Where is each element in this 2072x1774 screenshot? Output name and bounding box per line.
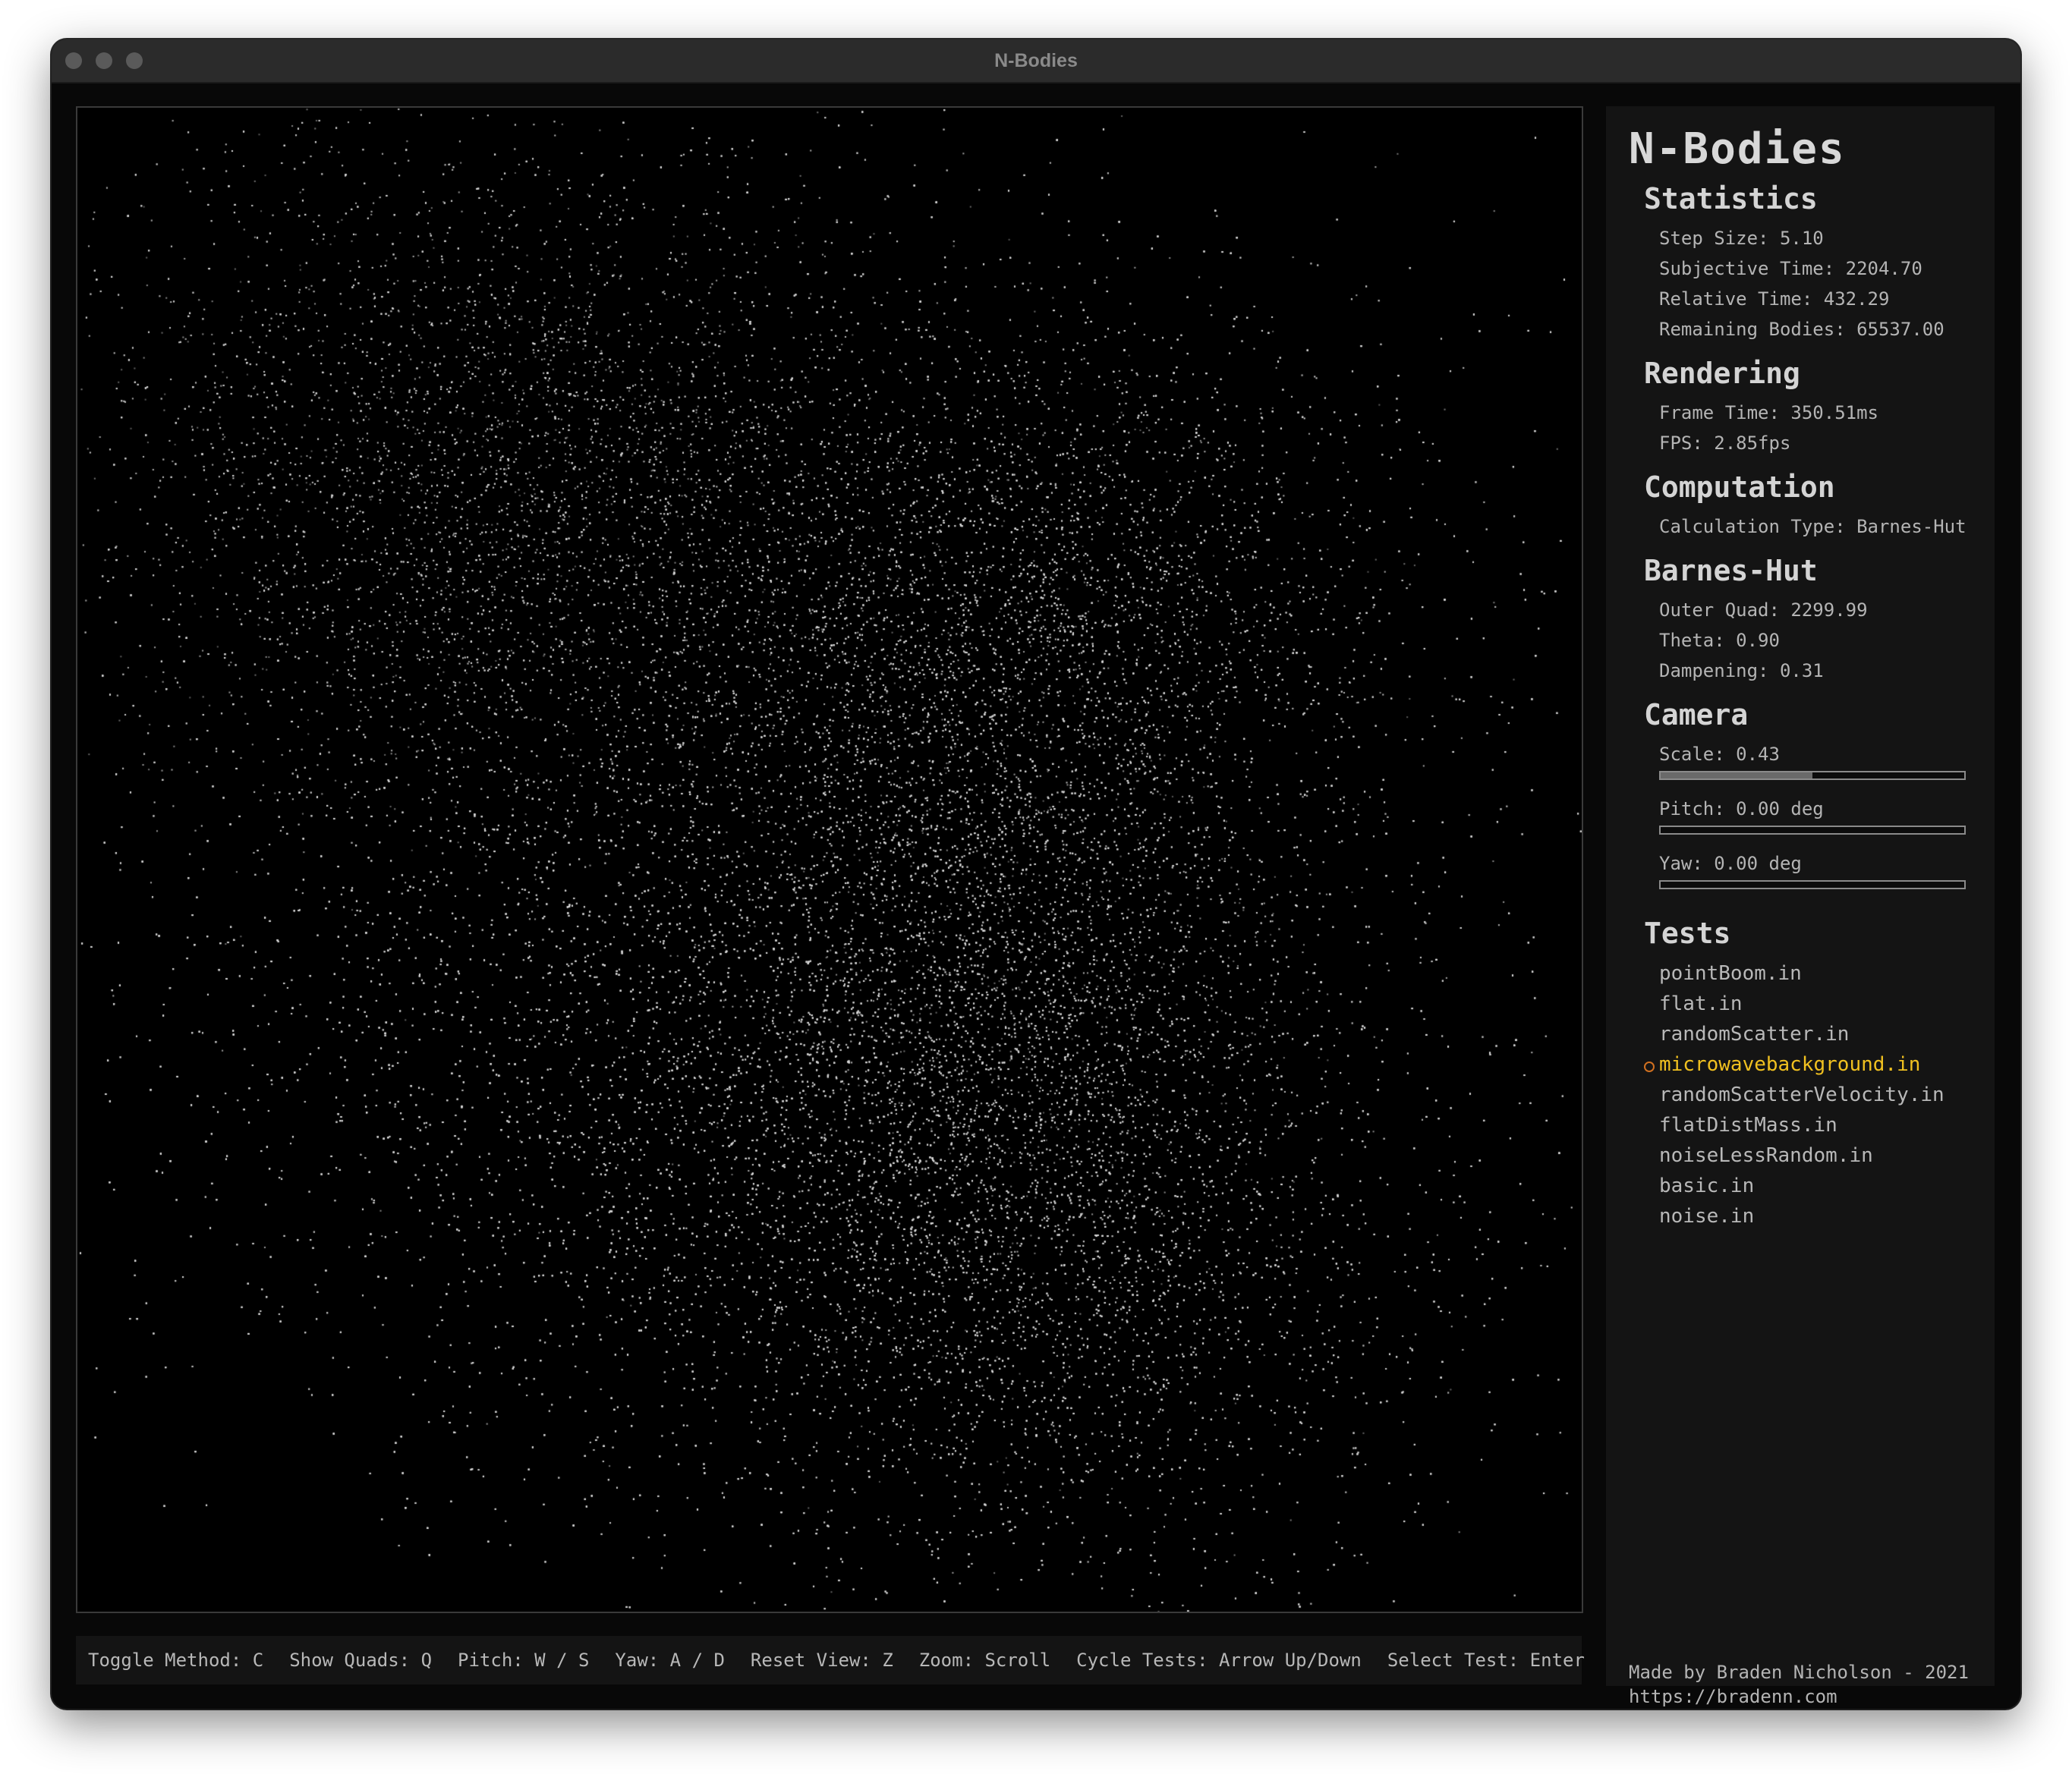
credits-url[interactable]: https://bradenn.com — [1629, 1686, 1837, 1707]
barnes-hut-heading: Barnes-Hut — [1644, 554, 1818, 587]
selected-indicator-icon — [1644, 1062, 1655, 1072]
theta-stat: Theta: 0.90 — [1659, 630, 1780, 651]
pitch-slider[interactable] — [1659, 826, 1966, 835]
hotkey-select-test: Select Test: Enter — [1387, 1650, 1585, 1671]
test-item[interactable]: pointBoom.in — [1659, 962, 1802, 985]
title-bar[interactable]: N-Bodies — [52, 39, 2020, 83]
window-title: N-Bodies — [994, 50, 1078, 71]
relative-time-stat: Relative Time: 432.29 — [1659, 288, 1890, 310]
credits-author: Made by Braden Nicholson - 2021 — [1629, 1662, 1969, 1683]
simulation-viewport[interactable] — [76, 106, 1583, 1613]
camera-heading: Camera — [1644, 698, 1749, 731]
hotkey-yaw: Yaw: A / D — [615, 1650, 725, 1671]
hotkey-zoom: Zoom: Scroll — [918, 1650, 1051, 1671]
test-item[interactable]: microwavebackground.in — [1659, 1053, 1920, 1076]
test-item[interactable]: flat.in — [1659, 992, 1743, 1015]
hotkey-cycle-tests: Cycle Tests: Arrow Up/Down — [1076, 1650, 1362, 1671]
test-item[interactable]: noiseLessRandom.in — [1659, 1144, 1873, 1167]
test-item[interactable]: flatDistMass.in — [1659, 1114, 1837, 1137]
hotkey-show-quads: Show Quads: Q — [289, 1650, 433, 1671]
hotkey-bar: Toggle Method: C Show Quads: Q Pitch: W … — [76, 1636, 1585, 1684]
outer-quad-stat: Outer Quad: 2299.99 — [1659, 599, 1868, 621]
test-item[interactable]: randomScatterVelocity.in — [1659, 1084, 1944, 1106]
tests-heading: Tests — [1644, 917, 1731, 950]
test-item[interactable]: basic.in — [1659, 1175, 1754, 1197]
app-title: N-Bodies — [1629, 124, 1846, 174]
hotkey-reset-view: Reset View: Z — [750, 1650, 893, 1671]
calculation-type-stat: Calculation Type: Barnes-Hut — [1659, 516, 1967, 537]
pitch-label: Pitch: 0.00 deg — [1659, 798, 1824, 819]
remaining-bodies-stat: Remaining Bodies: 65537.00 — [1659, 319, 1944, 340]
hotkey-pitch: Pitch: W / S — [458, 1650, 590, 1671]
frame-time-stat: Frame Time: 350.51ms — [1659, 402, 1878, 423]
dampening-stat: Dampening: 0.31 — [1659, 660, 1824, 681]
test-item[interactable]: noise.in — [1659, 1205, 1754, 1228]
hotkey-toggle-method: Toggle Method: C — [88, 1650, 264, 1671]
scale-slider[interactable] — [1659, 771, 1966, 780]
scale-slider-fill — [1661, 772, 1812, 778]
subjective-time-stat: Subjective Time: 2204.70 — [1659, 258, 1922, 279]
yaw-label: Yaw: 0.00 deg — [1659, 853, 1802, 874]
particle-canvas[interactable] — [77, 108, 1582, 1612]
app-window: N-Bodies Toggle Method: C Show Quads: Q … — [52, 39, 2020, 1709]
yaw-slider[interactable] — [1659, 880, 1966, 889]
fps-stat: FPS: 2.85fps — [1659, 432, 1791, 454]
info-sidebar: N-Bodies Statistics Step Size: 5.10 Subj… — [1606, 106, 1995, 1707]
computation-heading: Computation — [1644, 470, 1835, 504]
rendering-heading: Rendering — [1644, 357, 1800, 390]
statistics-heading: Statistics — [1644, 182, 1818, 215]
scale-label: Scale: 0.43 — [1659, 744, 1780, 765]
test-item[interactable]: randomScatter.in — [1659, 1023, 1849, 1046]
step-size-stat: Step Size: 5.10 — [1659, 228, 1824, 249]
